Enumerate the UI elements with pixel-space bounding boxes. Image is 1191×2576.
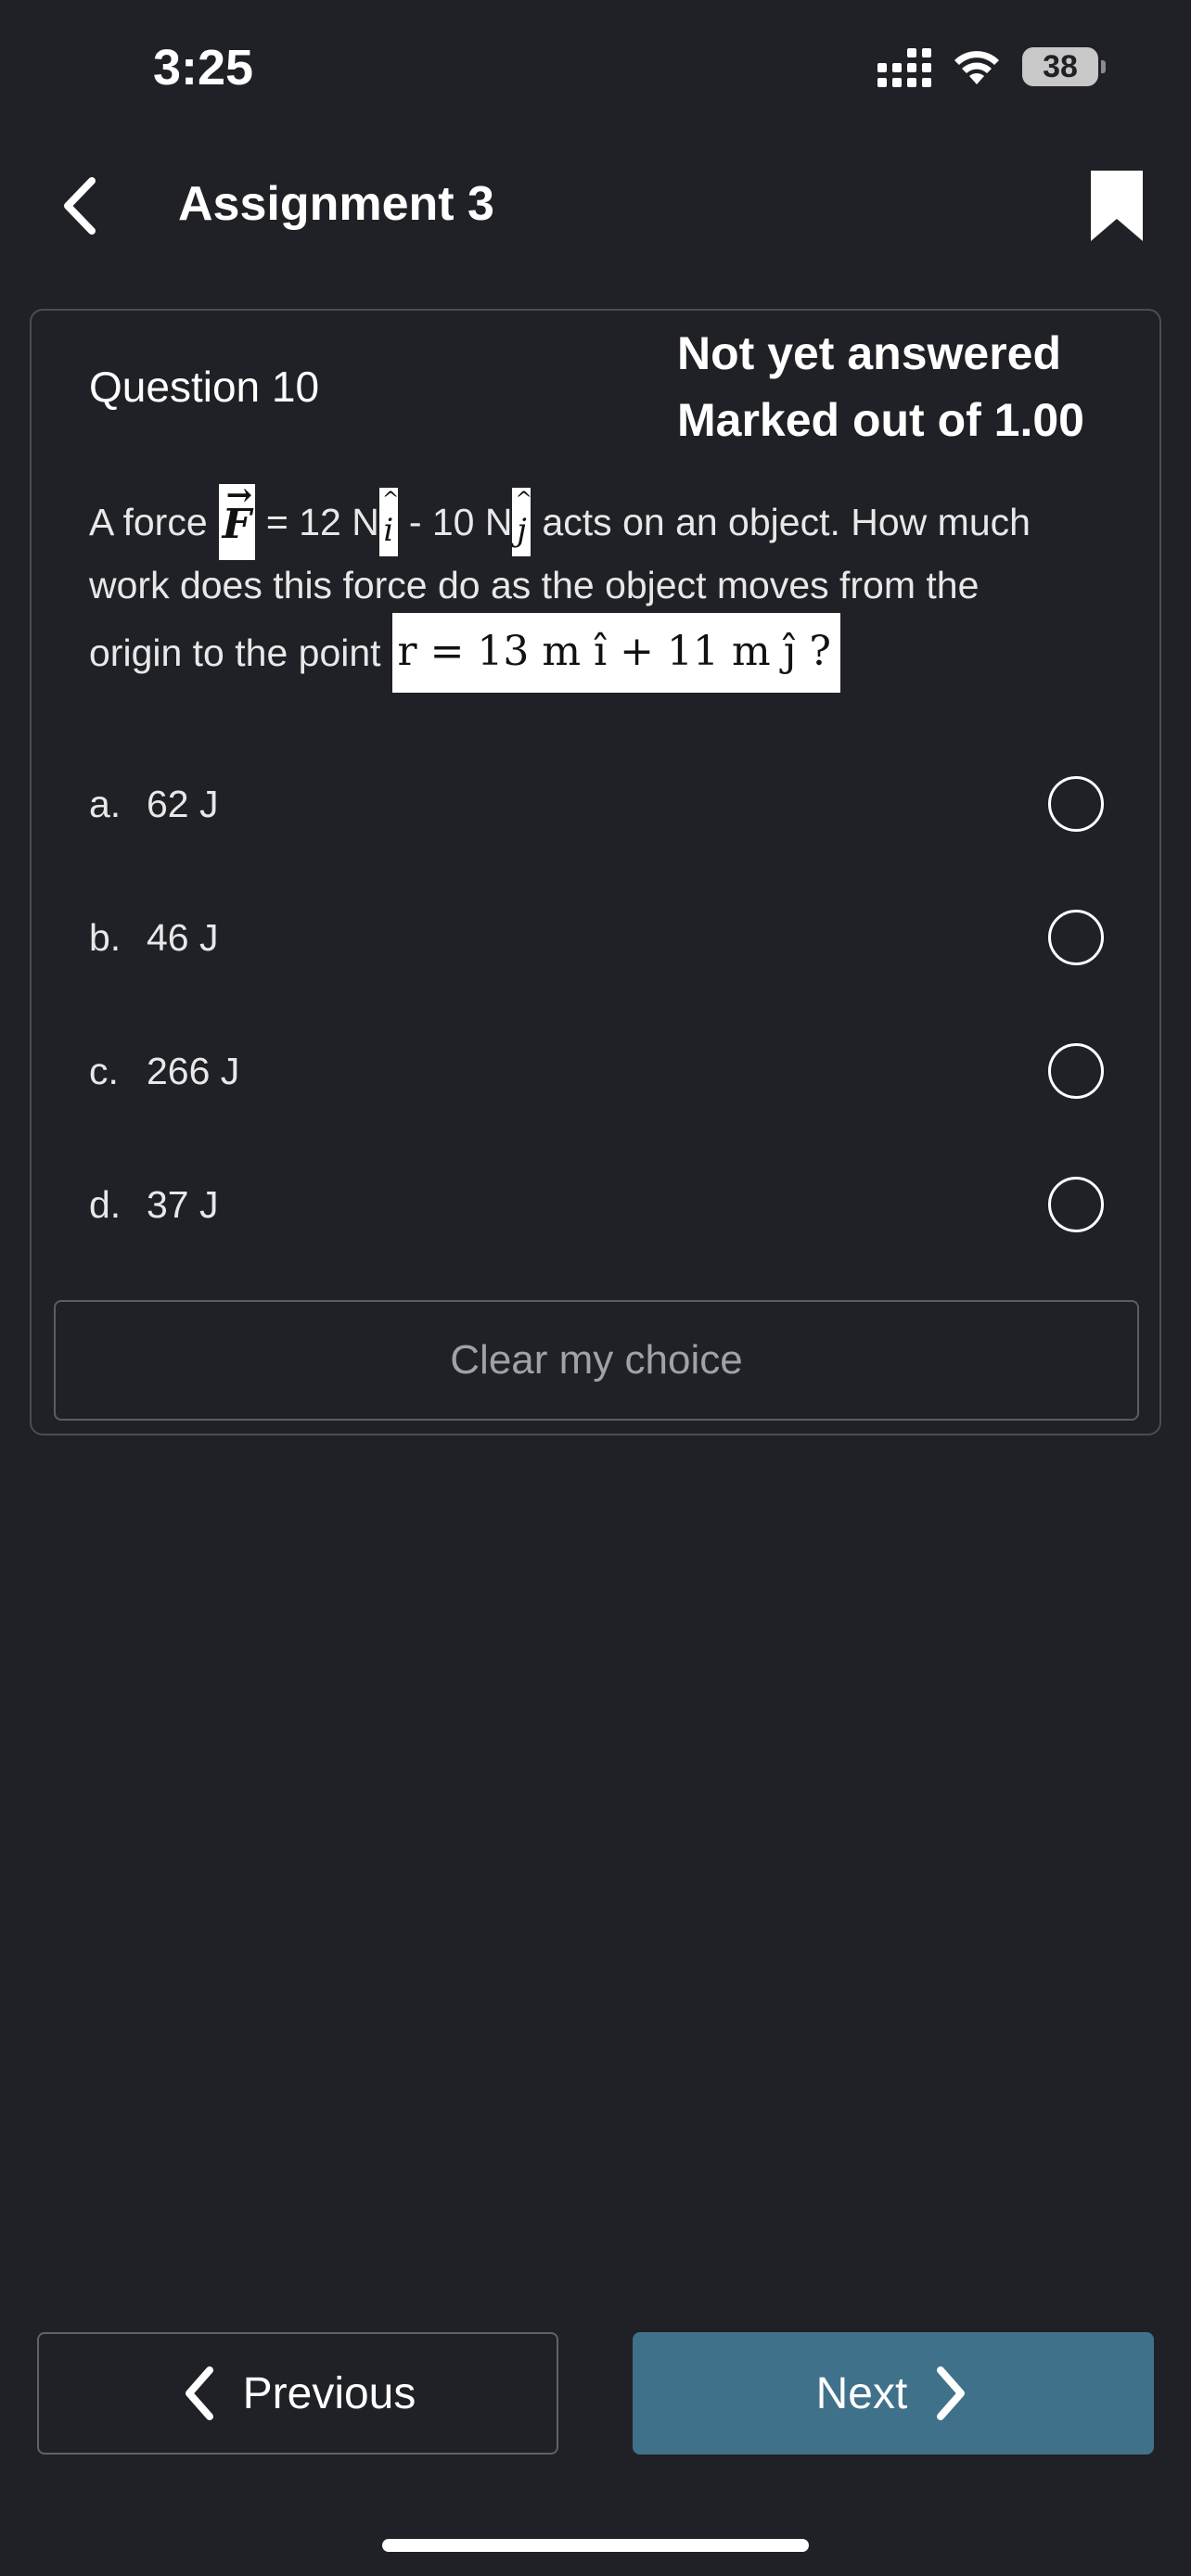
answer-option-d[interactable]: d. 37 J [32, 1138, 1159, 1271]
next-label: Next [815, 2368, 908, 2418]
question-status-block: Not yet answered Marked out of 1.00 [677, 320, 1084, 453]
wifi-icon [954, 51, 999, 84]
cellular-signal-icon [877, 46, 931, 87]
answer-text: 37 J [147, 1182, 219, 1226]
question-line-1: A force F = 12 N i - 10 N j acts on an o… [89, 478, 1128, 560]
status-icons: 38 [877, 46, 1106, 87]
question-number: Question 10 [89, 363, 320, 411]
chevron-left-icon [185, 2366, 213, 2420]
radio-button[interactable] [1048, 1177, 1104, 1232]
chevron-left-icon [64, 177, 96, 235]
answer-option-b[interactable]: b. 46 J [32, 871, 1159, 1004]
answer-text: 62 J [147, 782, 219, 825]
status-bar: 3:25 38 [0, 0, 1191, 139]
app-header: Assignment 3 [0, 139, 1191, 274]
question-status: Not yet answered [677, 327, 1062, 379]
battery-level: 38 [1043, 48, 1078, 84]
unit-vector-j-image: j [512, 488, 532, 556]
answer-option-a[interactable]: a. 62 J [32, 737, 1159, 871]
bookmark-icon [1091, 171, 1143, 241]
previous-button[interactable]: Previous [37, 2332, 558, 2455]
answer-option-c[interactable]: c. 266 J [32, 1004, 1159, 1138]
answer-letter: a. [89, 782, 122, 825]
home-indicator[interactable] [382, 2539, 809, 2552]
question-card: Question 10 Not yet answered Marked out … [30, 309, 1161, 1435]
unit-vector-i-image: i [378, 488, 399, 556]
question-text-point: origin to the point [89, 631, 381, 674]
radio-button[interactable] [1048, 776, 1104, 832]
next-button[interactable]: Next [633, 2332, 1154, 2455]
clear-choice-button[interactable]: Clear my choice [54, 1300, 1139, 1421]
force-vector-image: F [218, 478, 255, 560]
radio-button[interactable] [1048, 910, 1104, 965]
force-y-component: - 10 N [408, 501, 513, 543]
previous-label: Previous [242, 2368, 416, 2418]
bookmark-button[interactable] [1087, 167, 1146, 245]
answer-letter: b. [89, 915, 122, 959]
force-x-component: = 12 N [265, 501, 379, 543]
question-text: A force F = 12 N i - 10 N j acts on an o… [89, 478, 1128, 695]
question-line-2: work does this force do as the object mo… [89, 564, 980, 606]
back-button[interactable] [46, 169, 111, 243]
question-line-3: origin to the point r = 13 m î + 11 m ĵ … [89, 611, 1128, 695]
answer-letter: c. [89, 1049, 119, 1092]
question-marks: Marked out of 1.00 [677, 394, 1084, 446]
answer-options: a. 62 J b. 46 J c. 266 J d. 37 J [32, 737, 1159, 1271]
chevron-right-icon [937, 2366, 966, 2420]
page-title: Assignment 3 [178, 177, 494, 231]
status-time: 3:25 [153, 40, 254, 96]
position-vector-image: r = 13 m î + 11 m ĵ ? [391, 613, 840, 693]
question-text-after-force: acts on an object. How much [542, 501, 1031, 543]
question-text-prefix: A force [89, 501, 208, 543]
answer-text: 46 J [147, 915, 219, 959]
battery-icon: 38 [1022, 47, 1106, 86]
radio-button[interactable] [1048, 1043, 1104, 1099]
answer-letter: d. [89, 1182, 122, 1226]
answer-text: 266 J [147, 1049, 240, 1092]
